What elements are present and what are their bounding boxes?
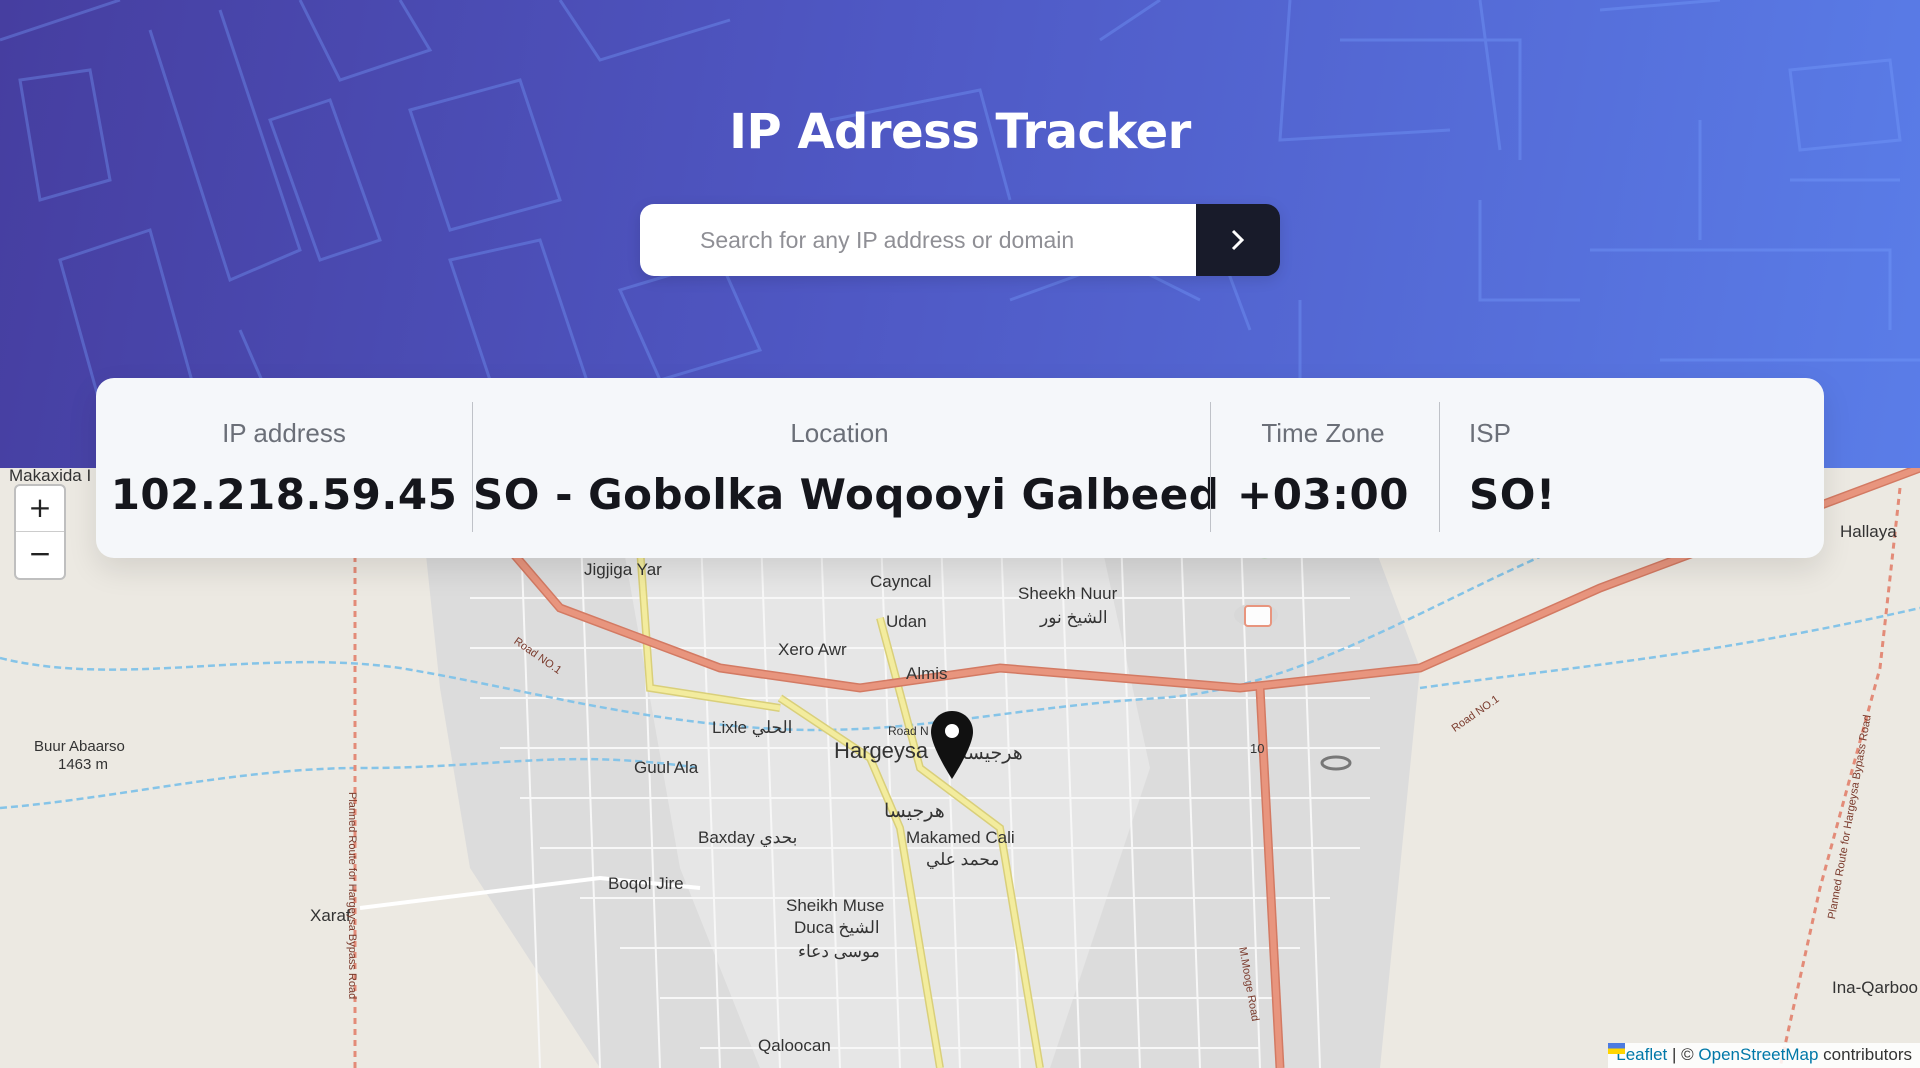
ukraine-flag-icon — [1608, 1043, 1626, 1054]
map-label-makamed: Makamed Cali — [906, 828, 1015, 847]
timezone-label: Time Zone — [1261, 418, 1385, 448]
search-submit-button[interactable] — [1196, 204, 1280, 276]
map-label-hallaya: Hallaya — [1840, 522, 1897, 541]
location-label: Location — [790, 418, 889, 448]
map-label-sheikh-duca: Duca الشيخ — [794, 918, 880, 937]
map-label-xero: Xero Awr — [778, 640, 847, 659]
map-label-qaloocan: Qaloocan — [758, 1036, 831, 1055]
map-label-buur: Buur Abaarso — [34, 738, 125, 755]
map-label-road-top: Road N — [888, 724, 929, 738]
timezone-section: Time Zone +03:00 — [1211, 378, 1435, 558]
openstreetmap-link[interactable]: OpenStreetMap — [1698, 1045, 1818, 1064]
page-title: IP Adress Tracker — [729, 104, 1191, 160]
map-label-udan: Udan — [886, 612, 927, 631]
location-section: Location SO - Gobolka Woqooyi Galbeed — [473, 378, 1220, 558]
map-label-bypass-west: Planned Route for Hargeysa Bypass Road — [346, 792, 358, 1000]
map-label-xaraf: Xaraf — [310, 906, 351, 925]
zoom-control: + − — [14, 484, 66, 580]
map-label-almis: Almis — [906, 664, 948, 683]
chevron-right-icon — [1231, 229, 1245, 251]
isp-label: ISP — [1469, 418, 1511, 448]
ip-address-section: IP address 102.218.59.45 — [96, 378, 472, 558]
map-label-sheekh-ar: الشيخ نور — [1040, 608, 1108, 627]
isp-value: SO! — [1469, 470, 1556, 519]
ip-address-value: 102.218.59.45 — [110, 470, 458, 519]
divider — [1439, 402, 1440, 532]
map-label-cayncal: Cayncal — [870, 572, 932, 591]
map-label-sheikh-ar: موسى دعاء — [798, 942, 880, 961]
map-label-hargeysa: Hargeysa — [834, 738, 929, 763]
map-label-boqol: Boqol Jire — [608, 874, 684, 893]
map-label-baxday: Baxday بحدي — [698, 828, 798, 847]
map-label-guul: Guul Ala — [634, 758, 699, 777]
zoom-in-button[interactable]: + — [16, 486, 64, 532]
map-pin-icon[interactable] — [929, 709, 975, 781]
map-label-jigjiga: Jigjiga Yar — [584, 560, 662, 579]
map-label-sheekh: Sheekh Nuur — [1018, 584, 1118, 603]
map-label-inaqarboo: Ina-Qarboo — [1832, 978, 1918, 997]
isp-section: ISP SO! — [1469, 378, 1589, 558]
search-input[interactable] — [640, 204, 1196, 276]
map-label-lixle: Lixle الحلي — [712, 718, 793, 737]
location-value: SO - Gobolka Woqooyi Galbeed — [473, 470, 1220, 519]
ip-info-card: IP address 102.218.59.45 Location SO - G… — [96, 378, 1824, 558]
map-label-hargeysa-ar: هرجيسا — [884, 801, 945, 822]
timezone-value: +03:00 — [1237, 470, 1409, 519]
attribution-contributors: contributors — [1823, 1045, 1912, 1064]
map-label-sheikh: Sheikh Muse — [786, 896, 885, 915]
search-bar — [640, 204, 1280, 276]
zoom-out-button[interactable]: − — [16, 532, 64, 577]
map-label-buur-elev: 1463 m — [58, 756, 109, 773]
ip-address-label: IP address — [222, 418, 346, 448]
map-label-makamed-ar: محمد علي — [926, 850, 1000, 869]
map-label-road10: 10 — [1250, 741, 1265, 756]
attribution-separator: | © — [1672, 1045, 1694, 1064]
map-attribution: Leaflet | © OpenStreetMap contributors — [1608, 1043, 1920, 1068]
